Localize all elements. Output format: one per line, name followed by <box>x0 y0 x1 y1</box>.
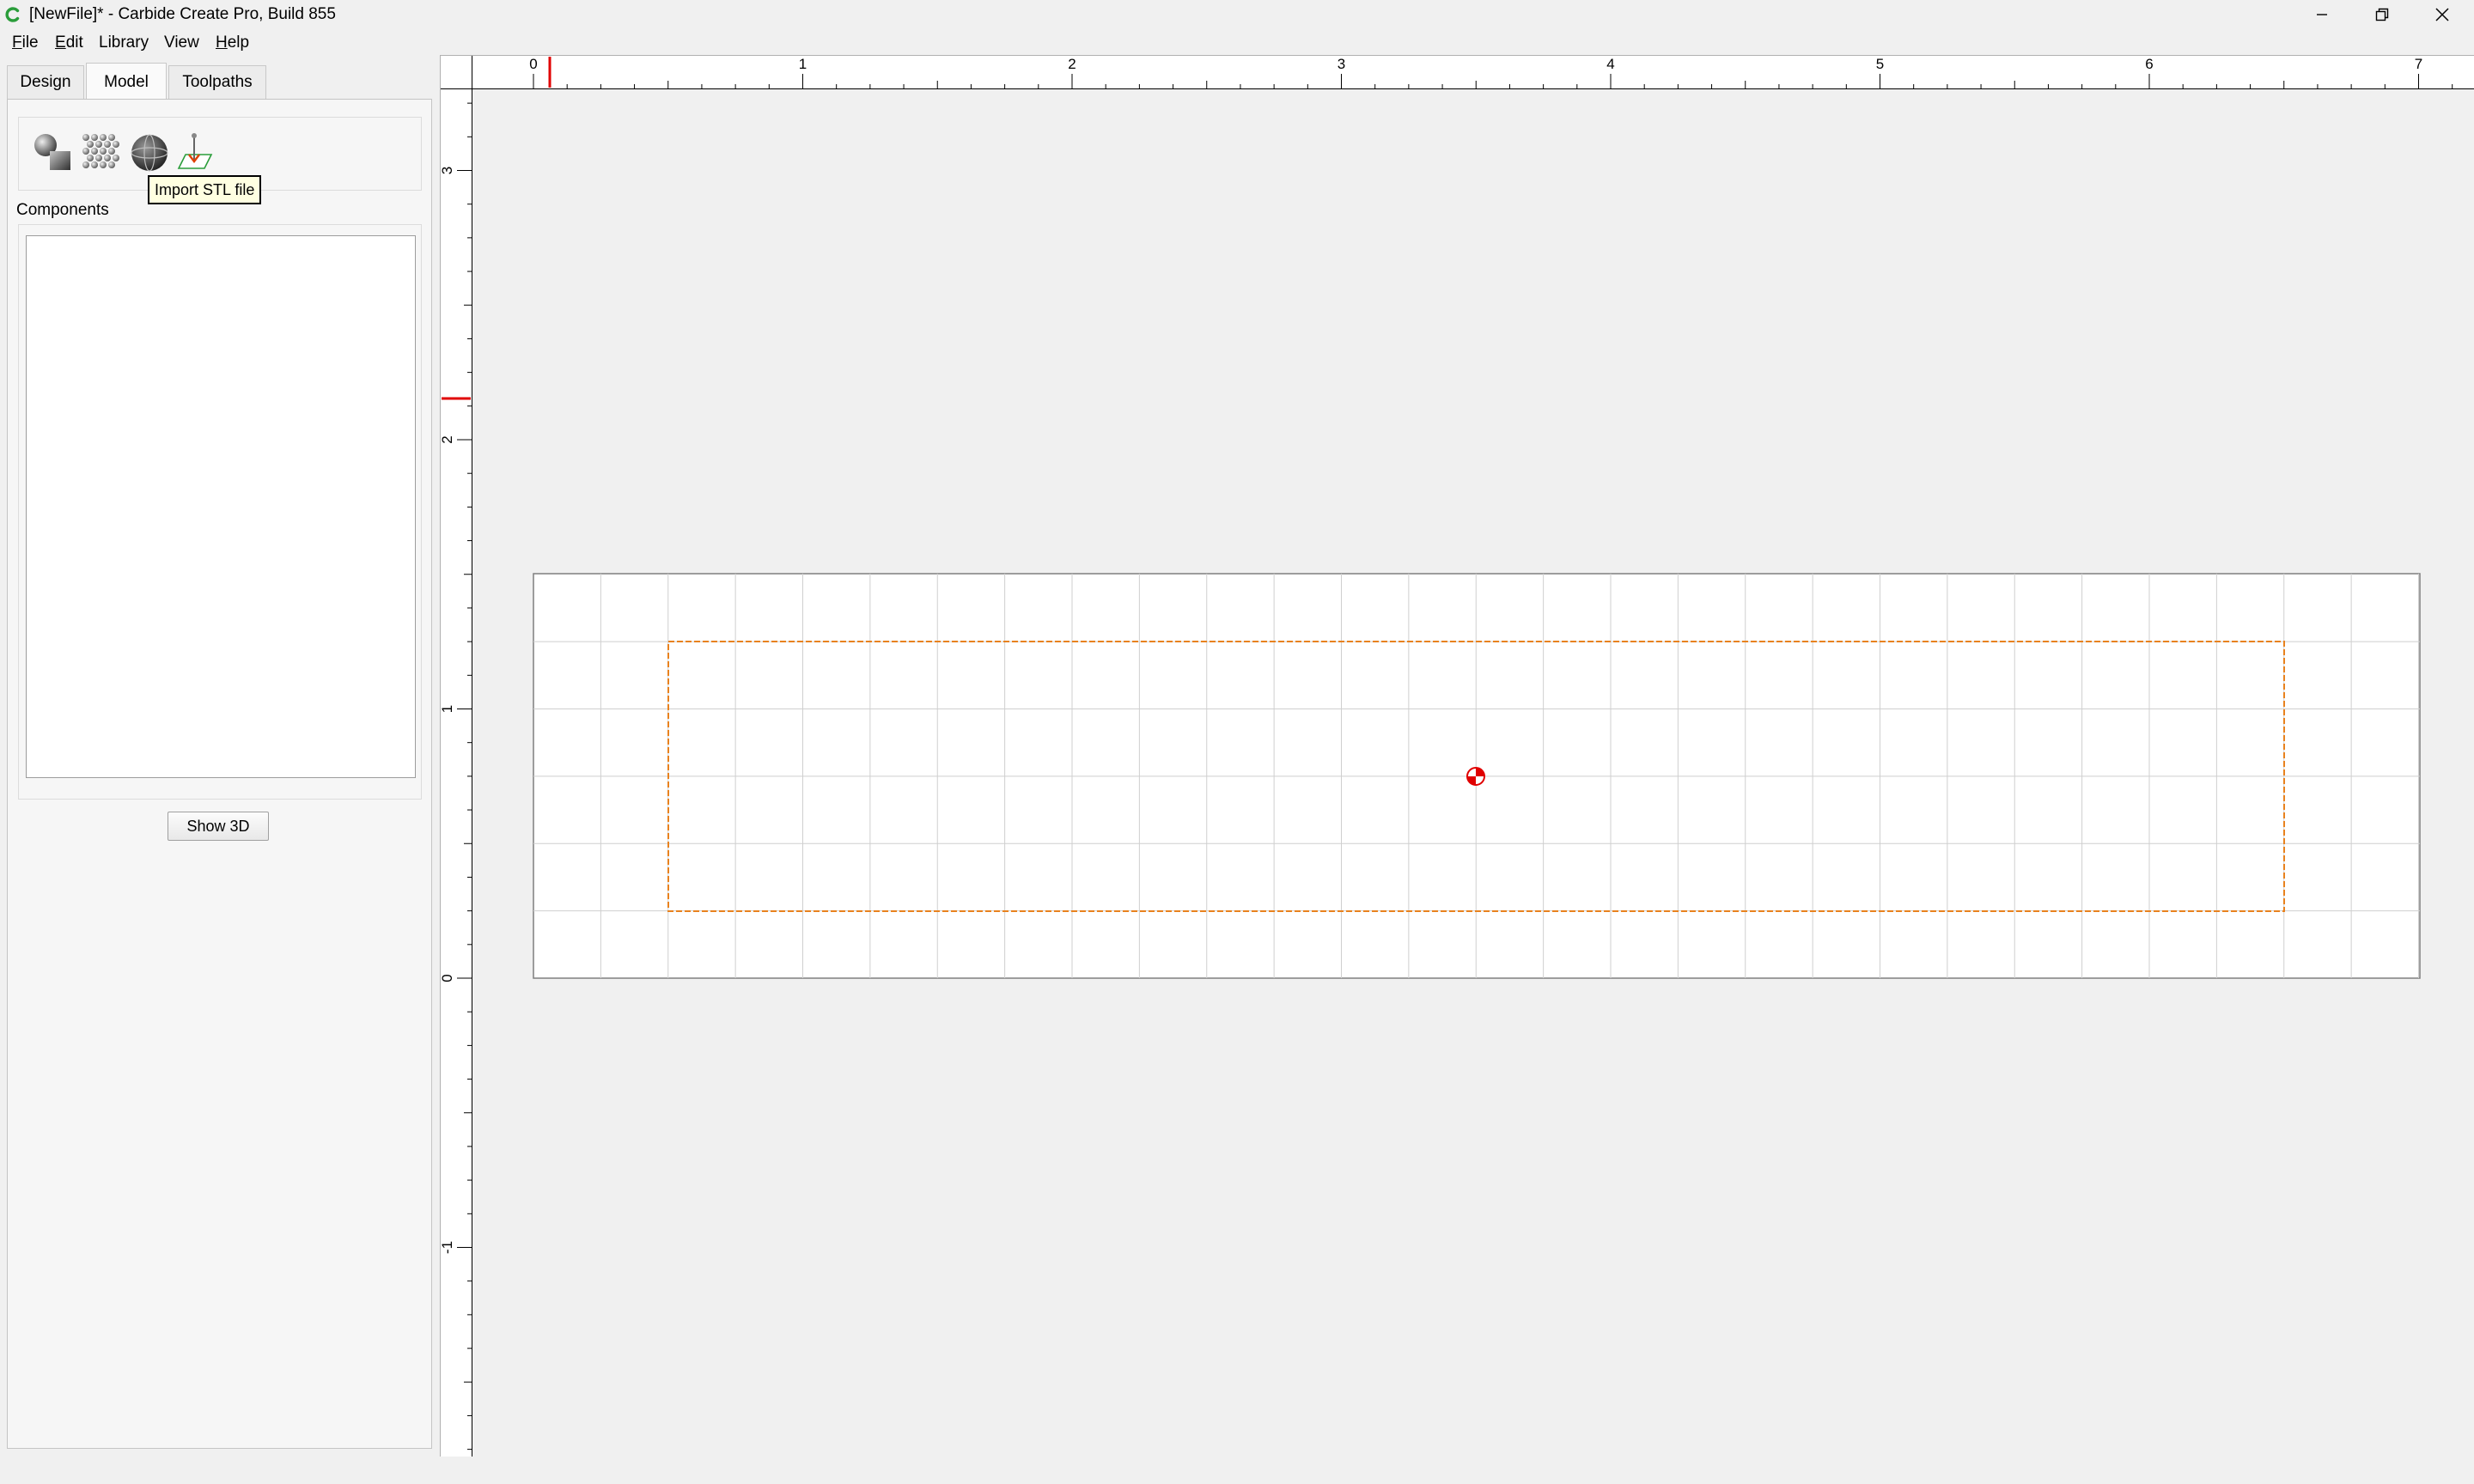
tab-toolpaths[interactable]: Toolpaths <box>168 65 266 99</box>
menu-file[interactable]: File <box>12 31 39 55</box>
y-ruler-label: 3 <box>440 167 455 174</box>
components-label: Components <box>16 201 109 219</box>
components-frame <box>18 224 422 800</box>
menu-view-label: View <box>164 33 199 52</box>
minimize-button[interactable] <box>2292 0 2352 29</box>
restore-icon <box>2375 8 2389 21</box>
menu-file-mnemonic: F <box>12 33 22 52</box>
y-ruler-label: 1 <box>440 705 455 713</box>
x-ruler-label: 5 <box>1876 56 1884 72</box>
x-ruler-label: 0 <box>529 56 537 72</box>
window-title: [NewFile]* - Carbide Create Pro, Build 8… <box>29 5 336 23</box>
menu-help[interactable]: Help <box>216 31 249 55</box>
components-list[interactable] <box>26 235 416 778</box>
close-icon <box>2435 8 2449 21</box>
y-ruler-label: 0 <box>440 974 455 982</box>
carbide-logo-icon <box>5 7 20 22</box>
import-stl-tooltip: Import STL file <box>148 175 262 204</box>
menu-bar: File Edit Library View Help <box>0 31 515 55</box>
menu-library-label: Library <box>99 33 149 52</box>
tab-model[interactable]: Model <box>86 63 167 99</box>
shape-to-model-icon[interactable] <box>31 131 76 175</box>
minimize-icon <box>2317 14 2327 15</box>
x-ruler-label: 2 <box>1068 56 1076 72</box>
import-stl-icon[interactable] <box>175 131 220 175</box>
restore-button[interactable] <box>2352 0 2412 29</box>
sphere-icon[interactable] <box>127 131 172 175</box>
x-ruler-label: 6 <box>2145 56 2153 72</box>
top-ruler[interactable] <box>440 55 2474 89</box>
canvas-drawing[interactable]: 0 1 2 3 4 5 6 7 3 2 1 0 -1 <box>440 55 2474 1457</box>
origin-marker <box>1466 767 1485 786</box>
x-ruler-label: 4 <box>1606 56 1614 72</box>
menu-help-mnemonic: H <box>216 33 228 52</box>
show-3d-button[interactable]: Show 3D <box>168 812 269 841</box>
title-bar: [NewFile]* - Carbide Create Pro, Build 8… <box>0 0 2474 29</box>
menu-library[interactable]: Library <box>99 31 149 55</box>
y-ruler-label: 2 <box>440 435 455 443</box>
menu-edit-label: dit <box>65 33 83 52</box>
menu-view[interactable]: View <box>164 31 199 55</box>
menu-edit[interactable]: Edit <box>55 31 83 55</box>
x-ruler-label: 3 <box>1338 56 1345 72</box>
design-canvas[interactable]: 0 1 2 3 4 5 6 7 3 2 1 0 -1 <box>440 55 2474 1457</box>
ruler-corner <box>440 55 472 89</box>
x-ruler-label: 7 <box>2415 56 2422 72</box>
menu-help-label: elp <box>227 33 250 52</box>
menu-edit-mnemonic: E <box>55 33 66 52</box>
y-ruler-label: -1 <box>440 1241 455 1254</box>
model-panel: Components Show 3D <box>7 99 432 1449</box>
close-button[interactable] <box>2412 0 2472 29</box>
menu-file-label: ile <box>21 33 39 52</box>
texture-grid-icon[interactable] <box>79 131 124 175</box>
tab-design[interactable]: Design <box>7 65 84 99</box>
x-ruler-label: 1 <box>799 56 807 72</box>
